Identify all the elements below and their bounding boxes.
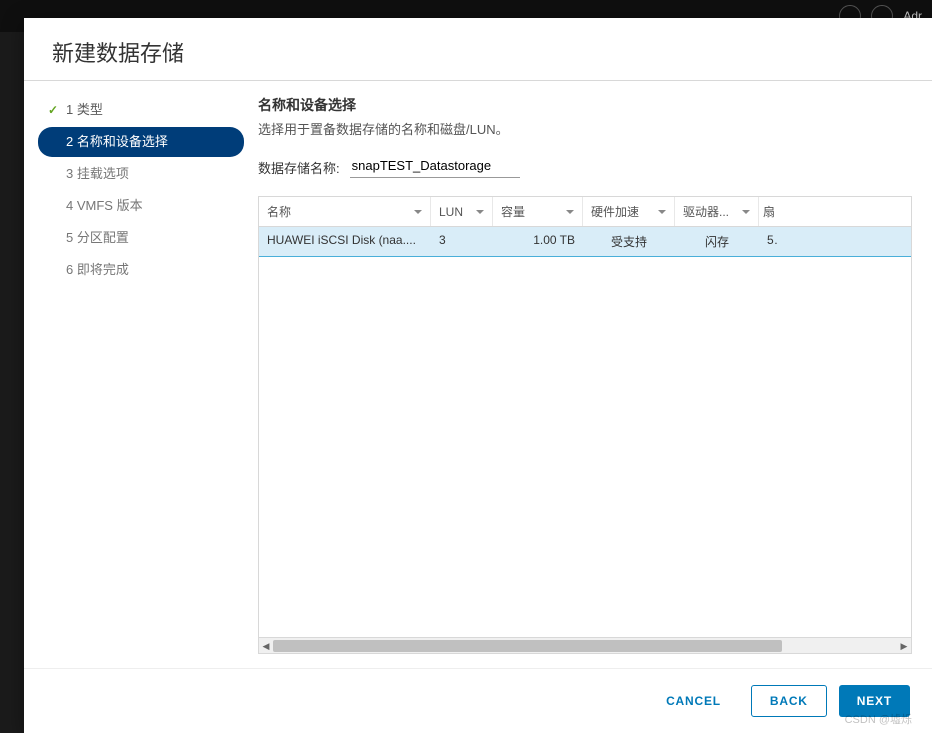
device-table: 名称 LUN 容量 硬件加速 — [258, 196, 912, 654]
col-lun-label: LUN — [439, 205, 463, 219]
modal-title: 新建数据存储 — [24, 18, 932, 80]
wizard-step-vmfs: 4 VMFS 版本 — [38, 191, 244, 221]
col-capacity[interactable]: 容量 — [493, 197, 583, 226]
scroll-thumb[interactable] — [273, 640, 782, 652]
col-name[interactable]: 名称 — [259, 197, 431, 226]
chevron-down-icon — [414, 210, 422, 214]
col-lun[interactable]: LUN — [431, 197, 493, 226]
wizard-step-ready: 6 即将完成 — [38, 255, 244, 285]
col-name-label: 名称 — [267, 203, 291, 220]
cell-extra: 5 — [759, 227, 779, 256]
cell-name: HUAWEI iSCSI Disk (naa.... — [259, 227, 431, 256]
cell-hw-accel: 受支持 — [583, 227, 675, 256]
horizontal-scrollbar[interactable]: ◀ ▶ — [259, 637, 911, 653]
content-subheading: 选择用于置备数据存储的名称和磁盘/LUN。 — [258, 119, 912, 138]
back-button[interactable]: BACK — [751, 685, 827, 717]
chevron-down-icon — [658, 210, 666, 214]
table-body: HUAWEI iSCSI Disk (naa.... 3 1.00 TB 受支持… — [259, 227, 911, 637]
table-row[interactable]: HUAWEI iSCSI Disk (naa.... 3 1.00 TB 受支持… — [259, 227, 911, 256]
modal-footer: CANCEL BACK NEXT — [24, 668, 932, 733]
col-hw-accel[interactable]: 硬件加速 — [583, 197, 675, 226]
wizard-step-type[interactable]: 1 类型 — [38, 95, 244, 125]
wizard-step-mount: 3 挂载选项 — [38, 159, 244, 189]
cancel-button[interactable]: CANCEL — [648, 685, 739, 717]
wizard-step-name-device[interactable]: 2 名称和设备选择 — [38, 127, 244, 157]
wizard-step-partition: 5 分区配置 — [38, 223, 244, 253]
datastore-name-row: 数据存储名称: — [258, 156, 912, 178]
table-header: 名称 LUN 容量 硬件加速 — [259, 197, 911, 227]
content-heading: 名称和设备选择 — [258, 95, 912, 115]
cell-capacity: 1.00 TB — [493, 227, 583, 256]
datastore-name-input[interactable] — [350, 156, 520, 178]
col-extra[interactable]: 扇 — [759, 197, 779, 226]
col-capacity-label: 容量 — [501, 203, 525, 220]
col-driver[interactable]: 驱动器... — [675, 197, 759, 226]
datastore-name-label: 数据存储名称: — [258, 158, 340, 177]
cell-driver: 闪存 — [675, 227, 759, 256]
content-pane: 名称和设备选择 选择用于置备数据存储的名称和磁盘/LUN。 数据存储名称: 名称… — [254, 81, 932, 668]
col-driver-label: 驱动器... — [683, 203, 729, 220]
scroll-left-icon[interactable]: ◀ — [260, 640, 272, 652]
col-extra-label: 扇 — [763, 203, 775, 220]
col-hw-label: 硬件加速 — [591, 203, 639, 220]
chevron-down-icon — [742, 210, 750, 214]
scroll-right-icon[interactable]: ▶ — [898, 640, 910, 652]
chevron-down-icon — [476, 210, 484, 214]
cell-lun: 3 — [431, 227, 493, 256]
wizard-nav: 1 类型 2 名称和设备选择 3 挂载选项 4 VMFS 版本 5 分区配置 6… — [24, 81, 254, 668]
modal-body: 1 类型 2 名称和设备选择 3 挂载选项 4 VMFS 版本 5 分区配置 6… — [24, 81, 932, 668]
chevron-down-icon — [566, 210, 574, 214]
watermark: CSDN @墟烁 — [845, 711, 912, 727]
wizard-modal: 新建数据存储 1 类型 2 名称和设备选择 3 挂载选项 4 VMFS 版本 5… — [24, 18, 932, 733]
